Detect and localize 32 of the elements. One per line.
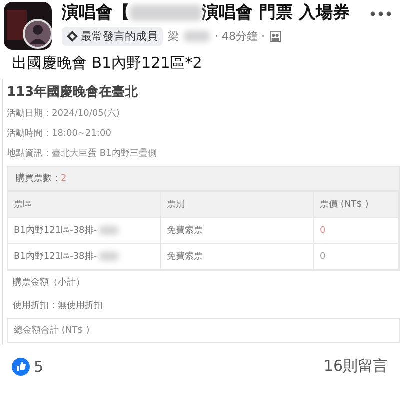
more-icon[interactable] [370, 11, 392, 17]
member-badge: 最常發言的成員 [62, 27, 163, 46]
redaction-blur [130, 5, 202, 22]
diamond-icon [67, 31, 78, 42]
discount-label: 使用折扣：無使用折扣 [12, 300, 104, 313]
author-name[interactable]: 梁 [168, 29, 179, 44]
post-text: 出國慶晚會 B1內野121區*2 [11, 53, 204, 74]
table-cell: 免費索票 [161, 218, 314, 244]
redaction-blur [184, 31, 210, 42]
table-cell: 0 [314, 218, 399, 244]
column-header: 票區 [8, 192, 161, 218]
event-title: 113年國慶晚會在臺北 [7, 84, 140, 102]
redaction-blur [99, 226, 120, 235]
table-cell: 0 [314, 244, 399, 270]
table-cell: B1內野121區-38排- [8, 244, 161, 270]
like-count[interactable]: 5 [34, 358, 44, 376]
like-icon [12, 358, 30, 376]
subtotal-label: 購票金額（小計） [12, 276, 86, 290]
table-cell: 免費索票 [161, 244, 314, 270]
column-header: 票價 (NT$ ) [314, 192, 399, 218]
post-time: · 48分鐘 · [215, 29, 265, 44]
table-cell: B1內野121區-38排- [8, 218, 161, 244]
event-info: 活動日期：2024/10/05(六) [7, 108, 121, 121]
column-header: 票別 [161, 192, 314, 218]
total-label: 總金額合計 (NT$ ) [7, 318, 400, 343]
comment-count[interactable]: 16則留言 [324, 357, 388, 376]
ticket-count: 購買票數：2 [7, 166, 400, 191]
redaction-blur [99, 252, 120, 261]
event-info: 地點資訊：臺北大巨蛋 B1內野三疊側 [7, 148, 158, 161]
event-info: 活動時間：18:00~21:00 [7, 128, 112, 141]
post-title: 演唱會【 演唱會 門票 入場券 [62, 2, 351, 24]
group-icon [270, 31, 281, 42]
